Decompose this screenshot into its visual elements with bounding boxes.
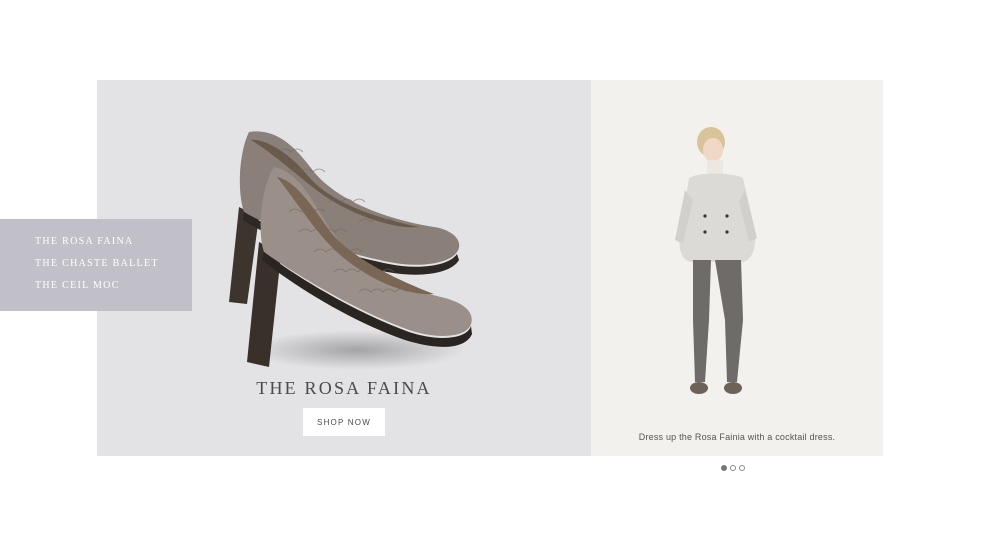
shop-now-button[interactable]: SHOP NOW [303,408,385,436]
lifestyle-model-image [675,127,757,394]
carousel-dots [721,465,745,471]
page: THE ROSA FAINA SHOP NOW THE ROSA FAINA T… [0,0,981,537]
lifestyle-panel: Dress up the Rosa Fainia with a cocktail… [591,80,883,456]
product-nav: THE ROSA FAINA THE CHASTE BALLET THE CEI… [0,219,192,311]
shoe-image[interactable] [219,92,479,392]
product-title: THE ROSA FAINA [256,378,432,398]
product-nav-item-rosa-faina[interactable]: THE ROSA FAINA [35,236,192,258]
lifestyle-caption: Dress up the Rosa Fainia with a cocktail… [638,432,836,442]
carousel-dot-3[interactable] [739,465,745,471]
carousel-dot-2[interactable] [730,465,736,471]
product-nav-item-ceil-moc[interactable]: THE CEIL MOC [35,280,192,302]
carousel-dot-1[interactable] [721,465,727,471]
product-nav-item-chaste-ballet[interactable]: THE CHASTE BALLET [35,258,192,280]
